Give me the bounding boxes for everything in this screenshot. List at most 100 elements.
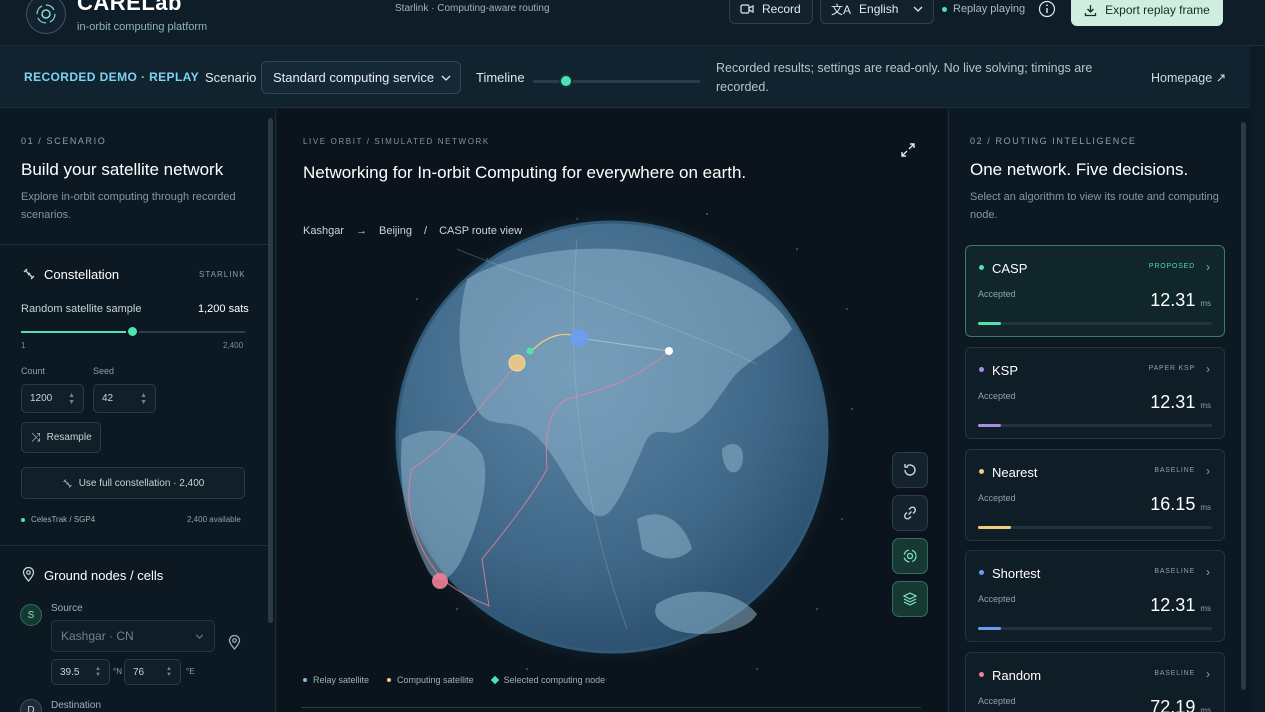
homepage-link[interactable]: Homepage ↗: [1151, 70, 1226, 85]
timeline-handle[interactable]: [559, 74, 573, 88]
chevron-down-icon: [441, 75, 451, 81]
shuffle-icon: ⤨: [31, 430, 41, 444]
source-select[interactable]: Kashgar · CN: [51, 620, 215, 652]
scenario-title: Build your satellite network: [21, 160, 224, 179]
resample-label: Resample: [46, 432, 92, 443]
left-scrollbar[interactable]: [268, 118, 273, 623]
route-arrow: →: [355, 225, 367, 237]
divider: [0, 545, 268, 546]
rotate-ccw-icon: [904, 464, 916, 476]
slider-max: 2,400: [223, 341, 244, 350]
chevron-down-icon: [913, 6, 923, 12]
latency-bar-fill: [978, 322, 1002, 325]
expand-icon[interactable]: [900, 142, 916, 158]
latency-unit: ms: [1200, 604, 1211, 613]
source-node[interactable]: [432, 573, 448, 589]
latency-unit: ms: [1200, 706, 1211, 712]
satellite-icon: [62, 478, 72, 488]
chevron-down-icon: [195, 633, 204, 639]
algorithm-status: Accepted: [978, 391, 1016, 401]
stepper-icon[interactable]: ▲ ▼: [140, 392, 147, 406]
status-dot: [942, 6, 947, 12]
top-bar: CARELab in-orbit computing platform Star…: [0, 0, 1265, 46]
layers-button[interactable]: [892, 581, 928, 617]
latency-unit: ms: [1200, 299, 1211, 308]
location-pin-icon: [22, 567, 35, 582]
link-icon: [903, 506, 917, 520]
algorithm-color-dot: [979, 672, 984, 677]
longitude-input[interactable]: 76 ▲ ▼: [124, 659, 181, 685]
replay-note: Recorded results; settings are read-only…: [716, 61, 1093, 94]
latency-value: 16.15: [1150, 494, 1196, 514]
routing-title: One network. Five decisions.: [970, 160, 1189, 179]
location-pin-icon[interactable]: [228, 635, 241, 650]
algorithm-tag: BASELINE: [1154, 568, 1195, 575]
language-select[interactable]: 文A English: [820, 0, 934, 24]
latency-bar: [978, 424, 1212, 427]
algorithm-latency: 12.31 ms: [1150, 595, 1211, 616]
chevron-right-icon: ›: [1206, 565, 1210, 579]
destination-label: Destination: [51, 700, 102, 711]
latency-value: 72.19: [1150, 697, 1196, 712]
available-count: 2,400 available: [187, 515, 241, 524]
stepper-icon[interactable]: ▲ ▼: [166, 666, 172, 678]
chevron-right-icon: ›: [1206, 464, 1210, 478]
replay-status-label: Replay playing: [953, 3, 1026, 15]
timeline-label: Timeline: [476, 70, 525, 85]
logo: [26, 0, 66, 34]
export-replay-frame-button[interactable]: Export replay frame: [1071, 0, 1223, 26]
destination-node[interactable]: [665, 347, 673, 355]
latitude-input[interactable]: 39.5 ▲ ▼: [51, 659, 110, 685]
sample-slider-handle[interactable]: [126, 325, 139, 338]
constellation-tag: STARLINK: [199, 270, 246, 279]
latitude-value: 39.5: [60, 666, 80, 678]
orbit-title: Networking for In-orbit Computing for ev…: [303, 163, 747, 182]
scenario-select[interactable]: Standard computing service: [261, 61, 461, 94]
latency-bar: [978, 526, 1212, 529]
latency-unit: ms: [1200, 401, 1211, 410]
info-icon[interactable]: [1038, 0, 1056, 18]
stepper-icon[interactable]: ▲ ▼: [68, 392, 75, 406]
route-view: CASP route view: [439, 225, 523, 237]
route-breadcrumb: Kashgar → Beijing / CASP route view: [303, 225, 522, 237]
reset-view-button[interactable]: [892, 452, 928, 488]
orbit-logo-icon: [36, 4, 56, 24]
latency-bar: [978, 627, 1212, 630]
globe-view[interactable]: [277, 109, 947, 712]
algorithm-card-ksp[interactable]: KSP PAPER KSP › Accepted 12.31 ms: [965, 347, 1225, 439]
computing-satellite[interactable]: [508, 354, 526, 372]
algorithm-name: CASP: [992, 261, 1028, 276]
orbit-toggle-button[interactable]: [892, 538, 928, 574]
stepper-icon[interactable]: ▲ ▼: [95, 666, 101, 678]
right-scrollbar[interactable]: [1241, 122, 1246, 690]
use-full-constellation-button[interactable]: Use full constellation · 2,400: [21, 467, 245, 499]
algorithm-card-nearest[interactable]: Nearest BASELINE › Accepted 16.15 ms: [965, 449, 1225, 541]
resample-button[interactable]: ⤨ Resample: [21, 422, 101, 453]
use-full-label: Use full constellation · 2,400: [78, 477, 205, 489]
replay-bar: RECORDED DEMO · REPLAY Scenario Standard…: [0, 46, 1250, 108]
scenario-label: Scenario: [205, 70, 257, 85]
selected-computing-node[interactable]: [526, 347, 534, 355]
algorithm-color-dot: [979, 469, 984, 474]
algorithm-status: Accepted: [978, 493, 1016, 503]
legend-relay: Relay satellite: [303, 675, 369, 685]
legend-computing: Computing satellite: [387, 675, 474, 685]
routing-eyebrow: 02 / ROUTING INTELLIGENCE: [970, 136, 1137, 146]
data-source-label: CelesTrak / SGP4: [31, 515, 96, 524]
route-to: Beijing: [378, 225, 413, 237]
record-button[interactable]: Record: [729, 0, 813, 24]
relay-satellite[interactable]: [570, 329, 588, 347]
algorithm-latency: 72.19 ms: [1150, 697, 1211, 712]
algorithm-card-casp[interactable]: CASP PROPOSED › Accepted 12.31 ms: [965, 245, 1225, 337]
algorithm-color-dot: [979, 367, 984, 372]
replay-status: Replay playing: [942, 3, 1025, 15]
seed-input[interactable]: 42 ▲ ▼: [93, 384, 156, 413]
latency-bar-fill: [978, 627, 1002, 630]
algorithm-card-shortest[interactable]: Shortest BASELINE › Accepted 12.31 ms: [965, 550, 1225, 642]
record-label: Record: [762, 2, 801, 16]
latency-value: 12.31: [1150, 290, 1196, 310]
source-dot: [21, 517, 25, 522]
link-button[interactable]: [892, 495, 928, 531]
algorithm-card-random[interactable]: Random BASELINE › Accepted 72.19 ms: [965, 652, 1225, 712]
count-input[interactable]: 1200 ▲ ▼: [21, 384, 84, 413]
